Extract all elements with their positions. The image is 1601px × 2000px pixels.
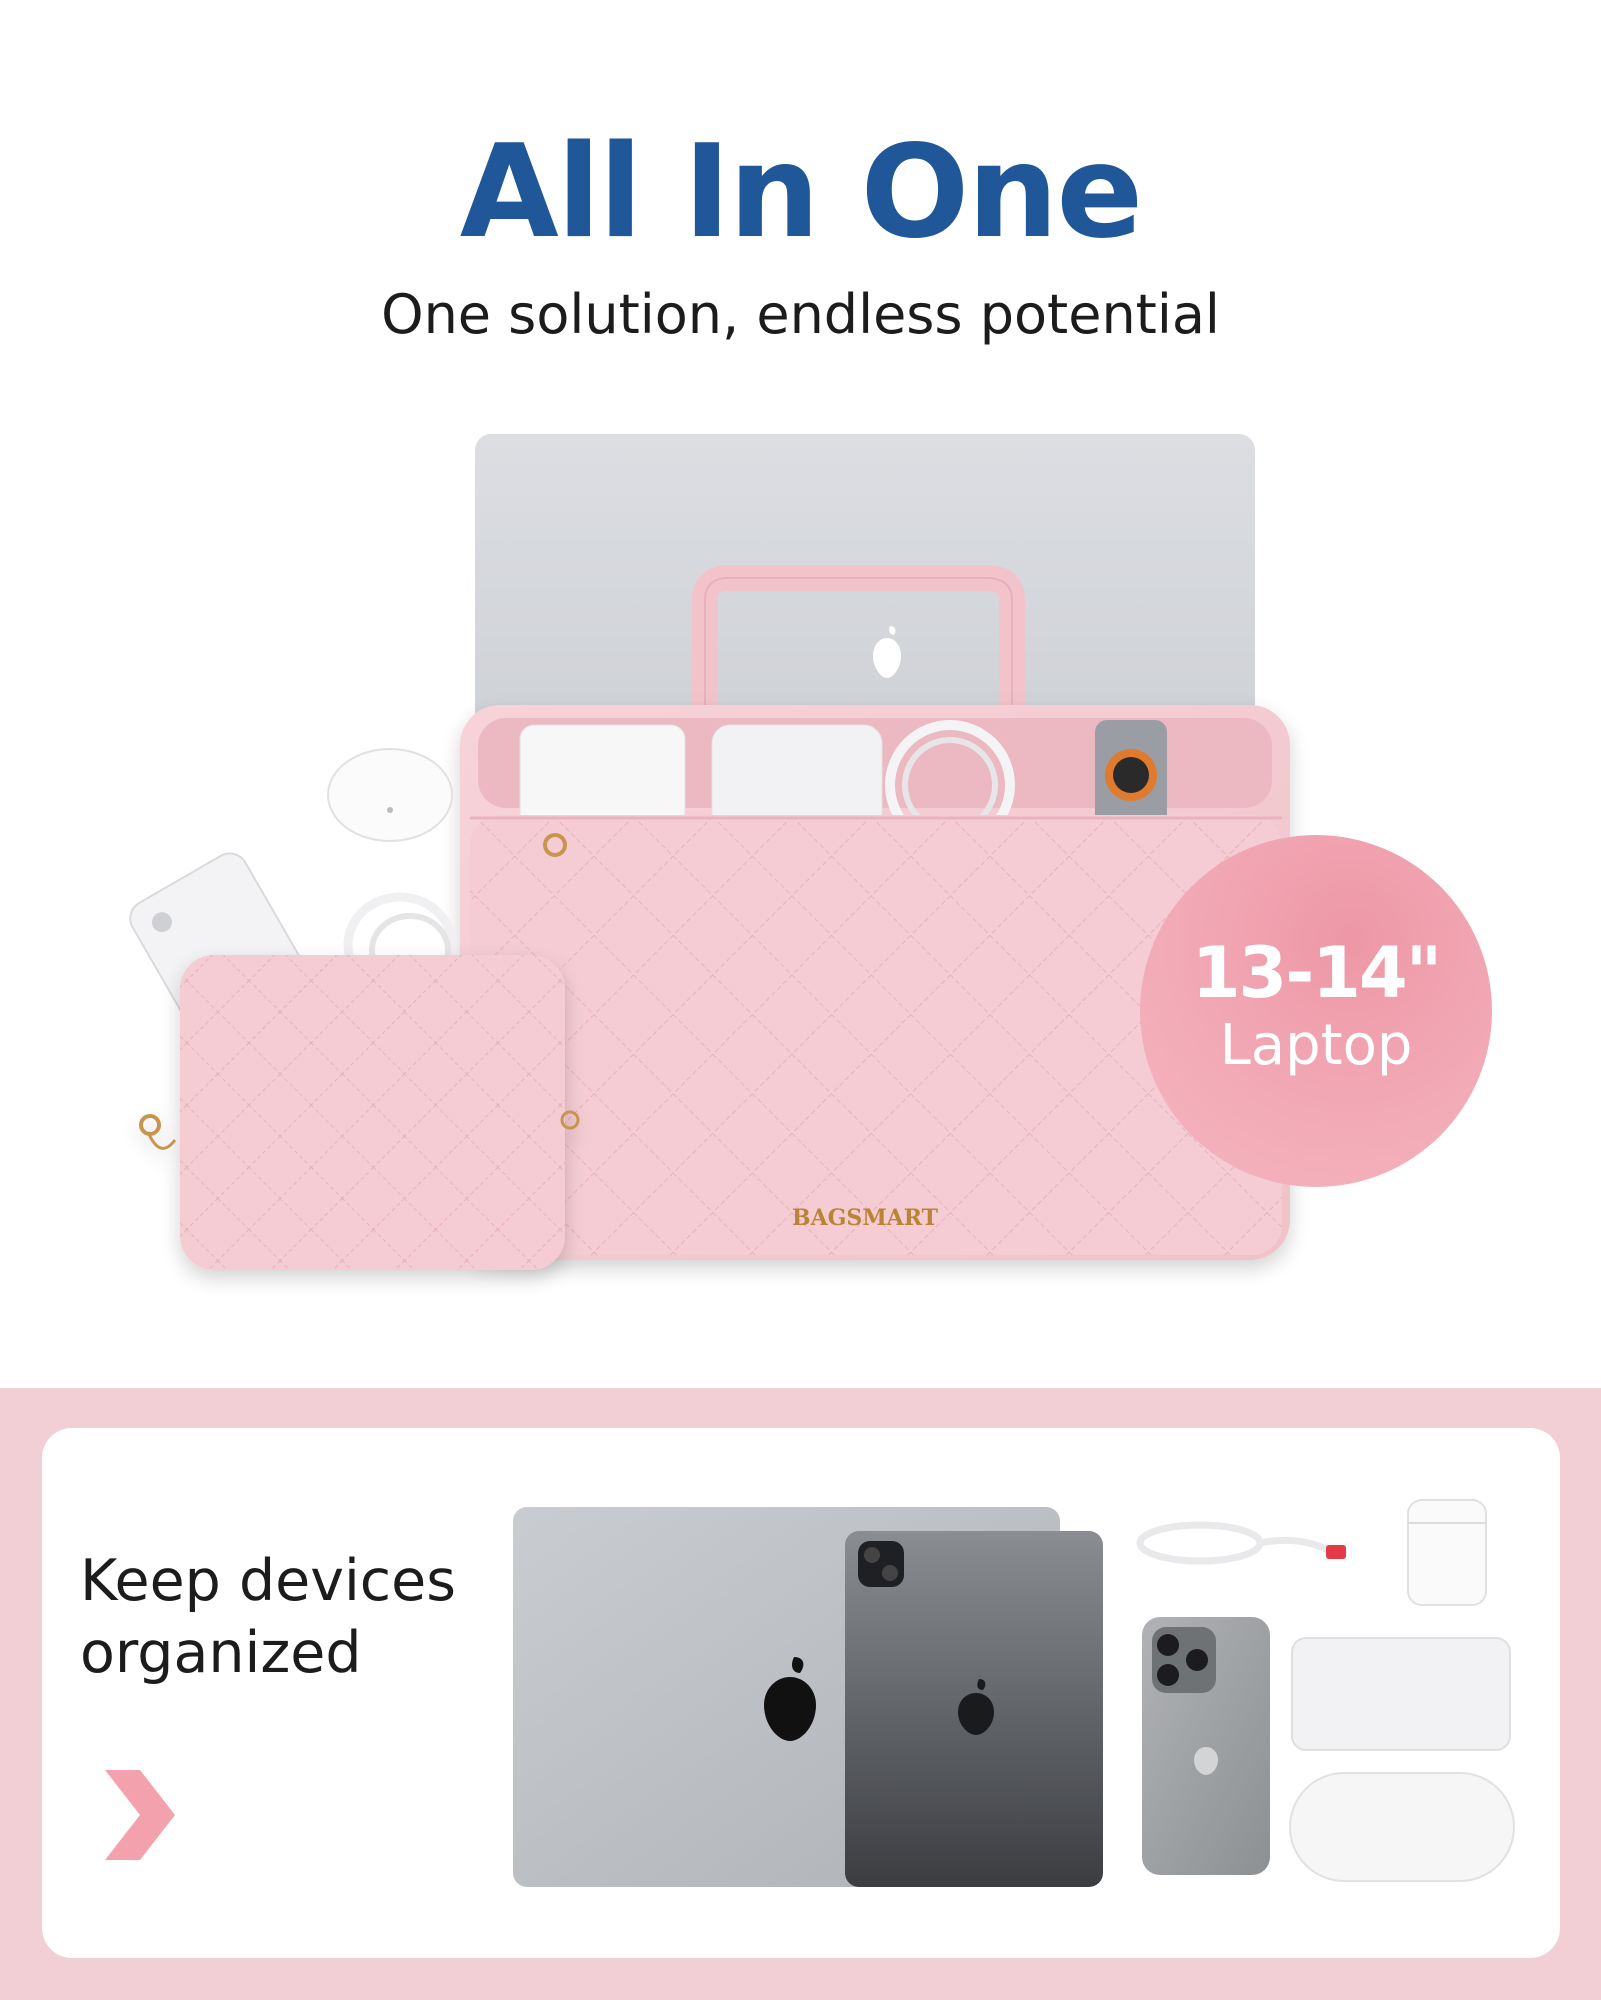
page-subtitle: One solution, endless potential xyxy=(381,283,1220,346)
feature-text-line-1: Keep devices xyxy=(80,1548,456,1614)
power-bank xyxy=(1291,1637,1511,1751)
usb-cable xyxy=(1136,1521,1346,1565)
chevron-right-icon[interactable] xyxy=(100,1765,180,1865)
ipad xyxy=(845,1531,1103,1887)
feature-text-line-2: organized xyxy=(80,1620,362,1686)
size-badge: 13-14" Laptop xyxy=(1140,835,1492,1187)
mouse xyxy=(1289,1772,1515,1882)
size-badge-number: 13-14" xyxy=(1191,932,1442,1014)
airpods-case xyxy=(1407,1499,1487,1606)
page-title: All In One xyxy=(459,118,1143,267)
iphone xyxy=(1142,1617,1270,1875)
size-badge-label: Laptop xyxy=(1219,1013,1413,1078)
devices-image xyxy=(513,1499,1515,1887)
feature-text: Keep devices organized xyxy=(80,1545,500,1689)
brand-logo: BAGSMART xyxy=(792,1205,939,1231)
airpods-case xyxy=(327,748,453,842)
accessory-pouch xyxy=(139,955,580,1270)
